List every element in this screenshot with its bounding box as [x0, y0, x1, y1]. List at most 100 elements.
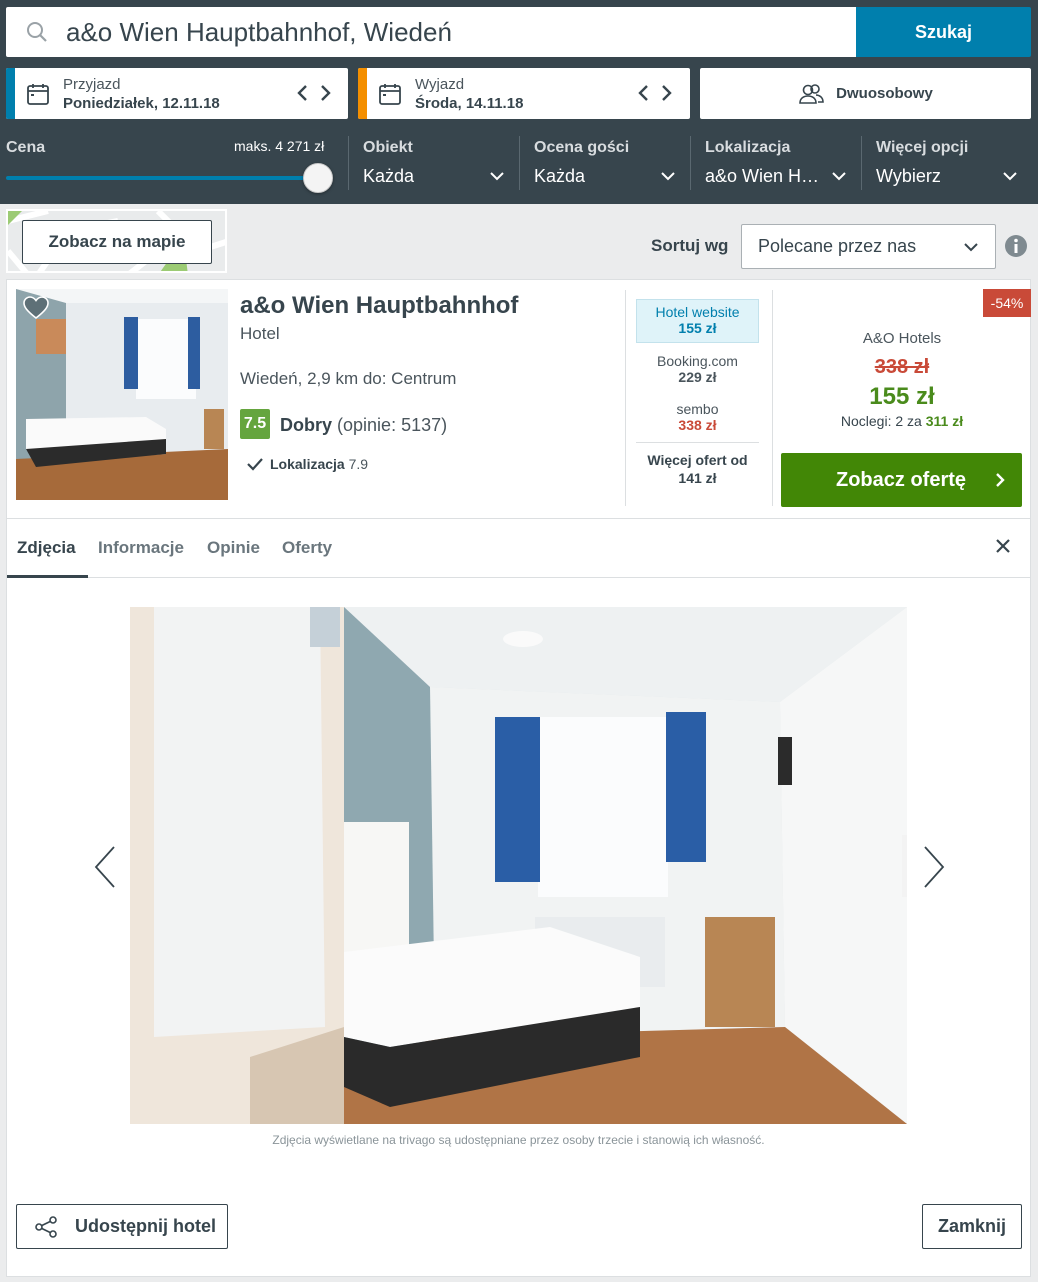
offer-name: Hotel website [655, 304, 740, 320]
show-map-button[interactable]: Zobacz na mapie [22, 220, 212, 264]
chevron-down-icon [661, 172, 675, 181]
info-icon[interactable] [1004, 234, 1028, 258]
deal-price: 155 zł [869, 383, 935, 410]
more-options-filter[interactable]: Więcej opcji Wybierz [876, 136, 1022, 192]
guest-rating-value: Każda [534, 166, 586, 186]
tab-deals[interactable]: Oferty [282, 538, 332, 558]
sort-select[interactable]: Polecane przez nas [741, 224, 996, 269]
location-score-value: 7.9 [348, 456, 369, 472]
filter-divider [690, 136, 691, 190]
search-box[interactable] [6, 7, 856, 57]
checkmark-icon [247, 458, 263, 471]
close-icon[interactable] [994, 537, 1012, 555]
filter-divider [348, 136, 349, 190]
chevron-down-icon [832, 172, 846, 181]
chevron-down-icon [1003, 172, 1017, 181]
favorite-heart-icon[interactable] [23, 296, 49, 320]
gallery-prev-icon[interactable] [90, 835, 120, 899]
checkin-accent [6, 68, 15, 119]
guests-icon [799, 83, 824, 104]
rating-count: (opinie: 5137) [337, 415, 448, 435]
location-filter-value: a&o Wien H… [705, 166, 820, 186]
chevron-left-icon[interactable] [293, 82, 313, 104]
offers-divider [636, 442, 759, 443]
nights-total: Noclegi: 2 za 311 zł [782, 413, 1022, 429]
property-filter-value: Każda [363, 166, 415, 186]
tabs-bottom-border [7, 577, 1030, 578]
hotel-location: Wiedeń, 2,9 km do: Centrum [240, 369, 457, 388]
share-icon [35, 1216, 57, 1238]
hotel-room-image [16, 289, 228, 500]
room-type-label: Dwuosobowy [836, 85, 933, 102]
offer-price: 338 zł [678, 417, 717, 433]
gallery-next-icon[interactable] [919, 835, 949, 899]
checkin-date[interactable]: Przyjazd Poniedziałek, 12.11.18 [6, 68, 348, 119]
rating-summary[interactable]: Dobry (opinie: 5137) [280, 415, 447, 436]
sort-label: Sortuj wg [651, 236, 729, 255]
chevron-right-icon[interactable] [315, 82, 335, 104]
offer-price: 155 zł [678, 320, 717, 336]
photo-gallery[interactable] [130, 607, 907, 1124]
discount-badge: -54% [983, 289, 1031, 317]
price-slider-handle[interactable] [303, 163, 333, 193]
price-slider-track[interactable] [6, 176, 318, 180]
checkin-label: Przyjazd [63, 76, 121, 93]
rating-word: Dobry [280, 415, 333, 435]
offer-price: 229 zł [678, 369, 717, 385]
share-hotel-button[interactable]: Udostępnij hotel [16, 1204, 228, 1249]
location-score: Lokalizacja 7.9 [270, 456, 368, 472]
checkout-label: Wyjazd [415, 76, 465, 93]
old-price: 338 zł [874, 356, 930, 378]
sort-value: Polecane przez nas [758, 236, 917, 256]
offer-hotel-website[interactable]: Hotel website 155 zł [636, 299, 759, 343]
location-filter[interactable]: Lokalizacja a&o Wien H… [705, 136, 851, 192]
deal-partner: A&O Hotels [862, 330, 942, 347]
more-options-value: Wybierz [876, 166, 941, 186]
filter-divider [861, 136, 862, 190]
room-type-selector[interactable]: Dwuosobowy [700, 68, 1031, 119]
more-options-title: Więcej opcji [876, 139, 969, 156]
guest-rating-title: Ocena gości [534, 139, 630, 156]
hotel-room-photo [130, 607, 907, 1124]
guest-rating-filter[interactable]: Ocena gości Każda [534, 136, 680, 192]
tab-info[interactable]: Informacje [98, 538, 184, 558]
chevron-left-icon[interactable] [634, 82, 654, 104]
search-input[interactable] [66, 7, 846, 57]
property-type-filter[interactable]: Obiekt Każda [363, 136, 509, 192]
location-score-label: Lokalizacja [270, 456, 345, 472]
hotel-name[interactable]: a&o Wien Hauptbahnhof [240, 292, 518, 320]
tab-reviews[interactable]: Opinie [207, 538, 260, 558]
property-filter-title: Obiekt [363, 139, 413, 156]
close-button[interactable]: Zamknij [922, 1204, 1022, 1249]
chevron-down-icon [490, 172, 504, 181]
more-offers-text: Więcej ofert od [647, 452, 748, 468]
chevron-right-icon[interactable] [656, 82, 676, 104]
tab-photos[interactable]: Zdjęcia [17, 538, 76, 558]
search-button[interactable]: Szukaj [856, 7, 1031, 57]
photo-credits: Zdjęcia wyświetlane na trivago są udostę… [272, 1133, 765, 1147]
view-deal-button[interactable]: Zobacz ofertę [781, 453, 1022, 507]
search-header: Szukaj Przyjazd Poniedziałek, 12.11.18 W… [0, 0, 1038, 204]
checkout-date[interactable]: Wyjazd Środa, 14.11.18 [358, 68, 690, 119]
gallery-next-edge [902, 835, 907, 897]
offer-name: sembo [676, 401, 719, 417]
active-tab-indicator [7, 575, 88, 578]
offer-name: Booking.com [657, 353, 738, 369]
nights-total-price: 311 zł [925, 413, 964, 429]
more-offers-link[interactable]: Więcej ofert od 141 zł [631, 451, 764, 487]
view-deal-label: Zobacz ofertę [836, 468, 967, 491]
checkin-value: Poniedziałek, 12.11.18 [63, 95, 220, 112]
location-filter-title: Lokalizacja [705, 139, 791, 156]
offer-sembo[interactable]: sembo 338 zł [636, 401, 759, 433]
calendar-icon [379, 84, 401, 105]
offer-booking[interactable]: Booking.com 229 zł [636, 353, 759, 385]
price-filter-title: Cena [6, 139, 46, 156]
price-max-label: maks. 4 271 zł [234, 138, 325, 154]
checkout-value: Środa, 14.11.18 [415, 95, 524, 112]
search-icon [27, 22, 47, 42]
share-hotel-label: Udostępnij hotel [75, 1216, 216, 1236]
hotel-type: Hotel [240, 324, 280, 343]
hotel-thumbnail[interactable] [16, 289, 228, 500]
nights-text: Noclegi: 2 za [840, 413, 922, 429]
chevron-right-icon [996, 473, 1005, 487]
